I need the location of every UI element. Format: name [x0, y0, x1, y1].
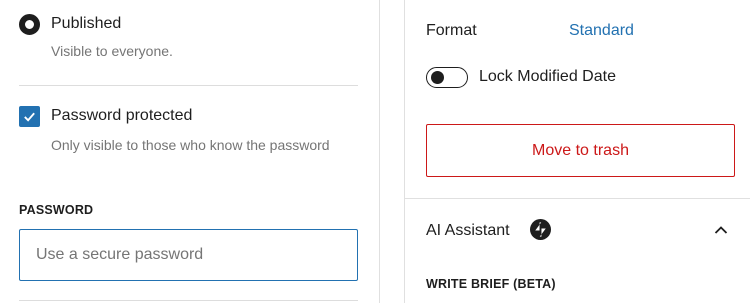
lock-modified-date-label[interactable]: Lock Modified Date [479, 68, 616, 86]
password-input[interactable] [19, 229, 358, 281]
ai-assistant-panel-header[interactable]: AI Assistant [426, 219, 731, 245]
checkbox-checked-icon[interactable] [19, 106, 40, 127]
published-description: Visible to everyone. [51, 43, 173, 59]
password-field-label: PASSWORD [19, 203, 94, 217]
toggle-knob [431, 71, 444, 84]
jetpack-bolt-icon [530, 219, 551, 240]
password-protected-label[interactable]: Password protected [51, 106, 192, 126]
move-to-trash-button[interactable]: Move to trash [426, 124, 735, 177]
ai-assistant-title[interactable]: AI Assistant [426, 222, 510, 240]
lock-modified-date-toggle[interactable] [426, 67, 468, 88]
chevron-up-icon[interactable] [711, 220, 731, 240]
post-settings-sidebar: Format Standard Lock Modified Date Move … [404, 0, 750, 303]
divider [405, 198, 750, 199]
divider [19, 85, 358, 86]
published-label[interactable]: Published [51, 14, 121, 34]
password-protected-description: Only visible to those who know the passw… [51, 137, 330, 153]
popover-edge [379, 0, 380, 303]
checkmark-icon [24, 112, 35, 122]
radio-selected-icon[interactable] [19, 14, 40, 35]
divider [19, 300, 358, 301]
visibility-popover: Published Visible to everyone. Password … [0, 0, 380, 303]
write-brief-section-label: WRITE BRIEF (BETA) [426, 277, 556, 291]
format-select[interactable]: Standard [569, 22, 634, 40]
format-label: Format [426, 22, 477, 39]
